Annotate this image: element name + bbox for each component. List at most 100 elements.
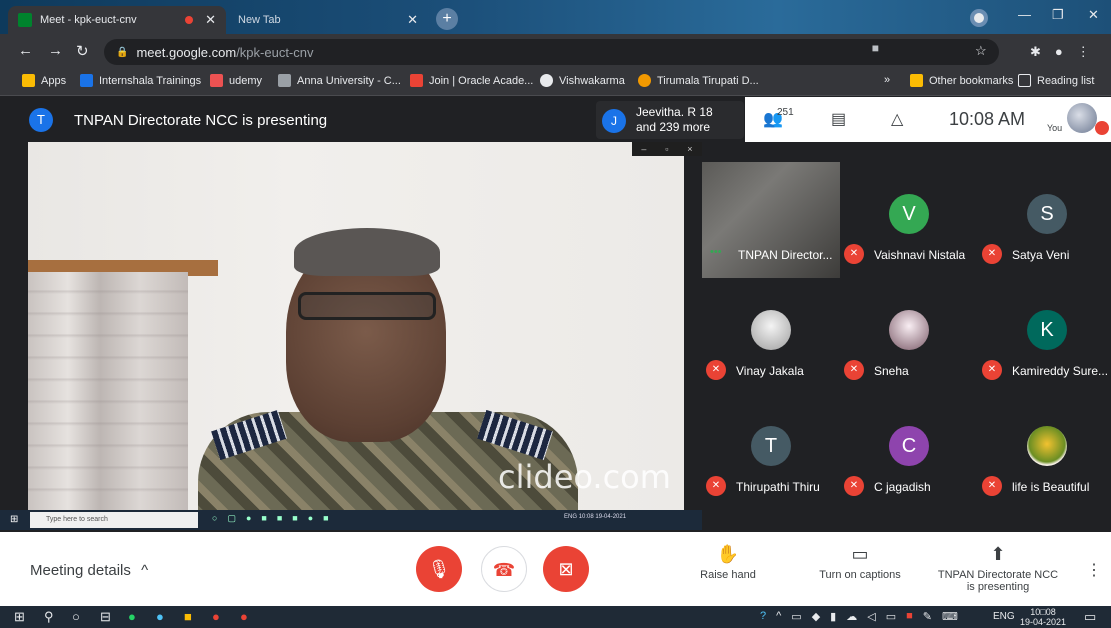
bookmarks-overflow-button[interactable]: » — [884, 74, 890, 86]
help-icon[interactable]: ? — [760, 610, 766, 623]
dropbox-icon[interactable]: ◆ — [812, 610, 820, 623]
captions-button[interactable]: ▭ Turn on captions — [808, 544, 912, 581]
extension-icon[interactable]: ✱ — [1030, 44, 1041, 60]
explorer-icon: ■ — [261, 513, 267, 523]
reload-icon[interactable]: ↻ — [76, 42, 89, 60]
participant-tile[interactable]: ✕ life is Beautiful — [978, 394, 1111, 510]
bookmark-apps[interactable]: Apps — [22, 74, 66, 87]
activities-icon[interactable]: △ — [891, 109, 903, 129]
cortana-icon[interactable]: ○ — [72, 609, 80, 624]
camera-in-use-icon[interactable]: ■ — [872, 41, 879, 55]
camera-toggle-button[interactable]: ⊠ — [543, 546, 589, 592]
tab-new-tab[interactable]: New Tab ✕ — [228, 6, 428, 34]
chrome-icon[interactable]: ● — [240, 609, 248, 624]
raise-hand-button[interactable]: ✋ Raise hand — [690, 544, 766, 581]
more-options-icon[interactable]: ⋮ — [1086, 560, 1102, 580]
participant-tile[interactable]: S ✕ Satya Veni — [978, 162, 1111, 278]
hand-icon: ✋ — [716, 544, 740, 564]
microphone-toggle-button[interactable]: 🎙 — [416, 546, 462, 592]
cortana-icon: ○ — [212, 513, 218, 523]
presentation-stage: clideo.com – ▫ × ⊞ Type here to search ○… — [0, 142, 702, 532]
restore-window-icon[interactable]: ❐ — [1052, 7, 1064, 23]
tray-app-icon[interactable]: ▭ — [791, 610, 801, 623]
bookmark-udemy[interactable]: udemy — [210, 74, 262, 87]
windows-start-icon[interactable]: ⊞ — [14, 609, 25, 625]
participant-avatar: K — [1027, 310, 1067, 350]
mic-off-icon: 🎙 — [427, 559, 451, 579]
mic-off-icon: ✕ — [706, 476, 726, 496]
participant-name: Vaishnavi Nistala — [874, 248, 966, 262]
back-arrow-icon[interactable]: ← — [18, 42, 33, 59]
udemy-icon — [210, 74, 223, 87]
participant-avatar: V — [889, 194, 929, 234]
hang-up-icon: ☎ — [492, 560, 516, 580]
profile-icon[interactable] — [970, 9, 988, 27]
close-window-icon[interactable]: ✕ — [1088, 7, 1099, 23]
tab-meet[interactable]: Meet - kpk-euct-cnv ✕ — [8, 6, 226, 34]
network-icon[interactable]: ▭ — [886, 610, 896, 623]
presenting-status-button[interactable]: ⬆ TNPAN Directorate NCC is presenting — [928, 544, 1068, 593]
address-bar[interactable]: 🔒 meet.google.com /kpk-euct-cnv ■ — [104, 39, 999, 65]
participant-tile[interactable]: ✕ Vinay Jakala — [702, 278, 840, 394]
system-clock[interactable]: 10□08 19-04-2021 — [1020, 607, 1066, 627]
chevron-up-icon[interactable]: ^ — [776, 610, 781, 623]
participant-tile[interactable]: ••• TNPAN Director... — [702, 162, 840, 278]
participant-tile[interactable]: K ✕ Kamireddy Sure... — [978, 278, 1111, 394]
minimize-icon[interactable]: – — [641, 144, 646, 154]
recording-indicator-icon — [185, 16, 194, 24]
close-icon[interactable]: × — [687, 144, 692, 154]
battery-icon[interactable]: ▮ — [830, 610, 836, 623]
people-count: 251 — [777, 107, 794, 118]
meeting-details-button[interactable]: Meeting details ^ — [30, 562, 148, 579]
bookmark-anna-university[interactable]: Anna University - C... — [278, 74, 401, 87]
folder-icon — [910, 74, 923, 87]
keyboard-icon[interactable]: ⌨ — [942, 610, 958, 623]
antivirus-icon[interactable]: ■ — [906, 610, 913, 623]
chrome-icon[interactable]: ● — [212, 609, 220, 624]
restore-icon[interactable]: ▫ — [665, 144, 668, 154]
presenter-avatar: T — [29, 108, 53, 132]
notifications-icon[interactable]: ▭ — [1084, 609, 1096, 625]
tab-title: New Tab — [238, 14, 281, 26]
meet-top-bar: T TNPAN Directorate NCC is presenting J … — [0, 97, 1111, 142]
volume-icon[interactable]: ◁ — [867, 610, 875, 623]
new-tab-button[interactable]: + — [436, 8, 458, 30]
globe-icon — [540, 74, 553, 87]
windows-taskbar: ⊞ ⚲ ○ ⊟ ● ● ■ ● ● ? ^ ▭ ◆ ▮ ☁ ◁ ▭ ■ ✎ ⌨ … — [0, 606, 1111, 628]
bookmark-star-icon[interactable]: ☆ — [975, 43, 987, 59]
reading-list-button[interactable]: Reading list — [1018, 74, 1094, 87]
pen-icon[interactable]: ✎ — [923, 610, 932, 623]
app-icon[interactable]: ● — [156, 609, 164, 624]
participant-tile[interactable]: V ✕ Vaishnavi Nistala — [840, 162, 978, 278]
search-icon[interactable]: ⚲ — [44, 609, 54, 625]
file-explorer-icon[interactable]: ■ — [184, 609, 192, 624]
shared-search-box: Type here to search — [30, 512, 198, 528]
joiner-avatar: J — [602, 109, 626, 133]
close-tab-icon[interactable]: ✕ — [407, 12, 418, 28]
bookmark-oracle[interactable]: Join | Oracle Acade... — [410, 74, 533, 87]
bookmark-internshala[interactable]: Internshala Trainings — [80, 74, 201, 87]
whatsapp-icon[interactable]: ● — [128, 609, 136, 624]
cloud-icon[interactable]: ☁ — [846, 610, 857, 623]
leave-call-button[interactable]: ☎ — [481, 546, 527, 592]
minimize-window-icon[interactable]: — — [1018, 7, 1031, 22]
meet-header-actions: 👥 251 ▤ △ 10:08 AM You — [745, 97, 1111, 142]
chat-icon[interactable]: ▤ — [831, 109, 846, 129]
language-indicator[interactable]: ENG — [993, 611, 1015, 622]
participant-tile[interactable]: T ✕ Thirupathi Thiru — [702, 394, 840, 510]
account-avatar-icon[interactable]: ● — [1055, 44, 1063, 60]
bookmark-tirumala[interactable]: Tirumala Tirupati D... — [638, 74, 759, 87]
bookmark-vishwakarma[interactable]: Vishwakarma — [540, 74, 625, 87]
bookmark-other[interactable]: Other bookmarks — [910, 74, 1013, 87]
task-view-icon: ▢ — [227, 513, 236, 523]
task-view-icon[interactable]: ⊟ — [100, 609, 111, 625]
participant-grid: ••• TNPAN Director... V ✕ Vaishnavi Nist… — [702, 142, 1111, 532]
mic-off-icon: ✕ — [844, 476, 864, 496]
participant-tile[interactable]: ✕ Sneha — [840, 278, 978, 394]
forward-arrow-icon[interactable]: → — [48, 42, 63, 59]
presenter-hair — [294, 228, 440, 276]
chrome-menu-icon[interactable]: ⋮ — [1077, 44, 1090, 60]
participant-tile[interactable]: C ✕ C jagadish — [840, 394, 978, 510]
participant-photo — [751, 310, 791, 350]
close-tab-icon[interactable]: ✕ — [205, 12, 216, 28]
